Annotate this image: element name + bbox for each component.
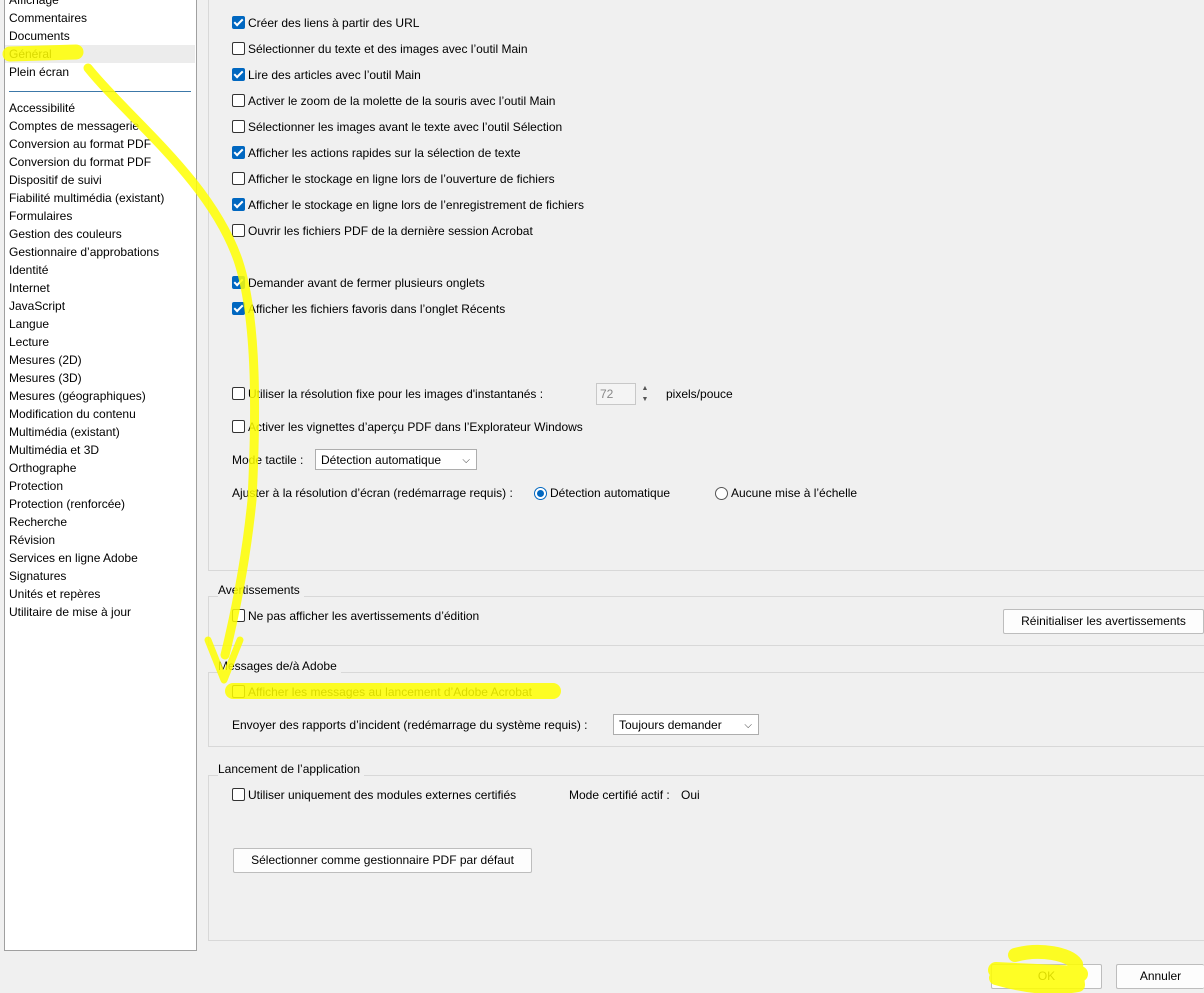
stepper-up-icon[interactable]: ▲: [638, 383, 652, 394]
no-edit-warnings-checkbox[interactable]: [232, 609, 245, 622]
sidebar-item[interactable]: Conversion au format PDF: [9, 135, 151, 153]
sidebar-item[interactable]: Services en ligne Adobe: [9, 549, 138, 567]
sidebar-item-documents[interactable]: Documents: [9, 27, 70, 45]
show-messages-label: Afficher les messages au lancement d’Ado…: [248, 685, 532, 699]
crash-report-value: Toujours demander: [619, 718, 722, 732]
resolution-unit: pixels/pouce: [666, 387, 733, 401]
sidebar-item[interactable]: Révision: [9, 531, 55, 549]
option-label: Créer des liens à partir des URL: [248, 16, 420, 30]
sidebar-item[interactable]: Multimédia (existant): [9, 423, 120, 441]
checked-checkbox[interactable]: [232, 68, 245, 81]
thumbnails-label: Activer les vignettes d’aperçu PDF dans …: [248, 420, 583, 434]
option-label: Lire des articles avec l’outil Main: [248, 68, 421, 82]
option-label: Sélectionner du texte et des images avec…: [248, 42, 528, 56]
sidebar-item-affichage[interactable]: Affichage: [9, 0, 59, 9]
option-label: Afficher le stockage en ligne lors de l’…: [248, 198, 584, 212]
resolution-input[interactable]: 72: [596, 383, 636, 405]
option-label: Demander avant de fermer plusieurs ongle…: [248, 276, 485, 290]
checkbox[interactable]: [232, 94, 245, 107]
sidebar-item[interactable]: Accessibilité: [9, 99, 75, 117]
sidebar-item[interactable]: Protection (renforcée): [9, 495, 125, 513]
crash-report-select[interactable]: Toujours demander ⌵: [613, 714, 759, 735]
sidebar-item[interactable]: Modification du contenu: [9, 405, 136, 423]
scaling-none-label: Aucune mise à l’échelle: [731, 486, 858, 500]
sidebar-item[interactable]: Unités et repères: [9, 585, 100, 603]
sidebar-item[interactable]: Gestion des couleurs: [9, 225, 122, 243]
sidebar-item[interactable]: JavaScript: [9, 297, 65, 315]
thumbnails-checkbox[interactable]: [232, 420, 245, 433]
sidebar-item[interactable]: Conversion du format PDF: [9, 153, 151, 171]
certified-plugins-checkbox[interactable]: [232, 788, 245, 801]
option-label: Activer le zoom de la molette de la sour…: [248, 94, 556, 108]
scaling-auto-radio[interactable]: [534, 487, 547, 500]
sidebar-item-plein-ecran[interactable]: Plein écran: [9, 63, 69, 81]
chevron-down-icon: ⌵: [462, 455, 470, 466]
sidebar-item[interactable]: Recherche: [9, 513, 67, 531]
resolution-stepper[interactable]: ▲ ▼: [638, 383, 652, 405]
sidebar-item[interactable]: Fiabilité multimédia (existant): [9, 189, 164, 207]
scaling-label: Ajuster à la résolution d’écran (redémar…: [232, 486, 513, 500]
checked-checkbox[interactable]: [232, 302, 245, 315]
category-list[interactable]: Affichage Commentaires Documents Général…: [4, 0, 197, 951]
chevron-down-icon: ⌵: [744, 720, 752, 731]
certified-mode-value: Oui: [681, 788, 700, 802]
sidebar-item[interactable]: Protection: [9, 477, 63, 495]
sidebar-item[interactable]: Gestionnaire d’approbations: [9, 243, 159, 261]
fixed-resolution-checkbox[interactable]: [232, 387, 245, 400]
checked-checkbox[interactable]: [232, 146, 245, 159]
warnings-title: Avertissements: [218, 582, 304, 598]
option-label: Ouvrir les fichiers PDF de la dernière s…: [248, 224, 533, 238]
sidebar-item[interactable]: Signatures: [9, 567, 66, 585]
option-label: Afficher les actions rapides sur la séle…: [248, 146, 521, 160]
sidebar-item[interactable]: Internet: [9, 279, 50, 297]
checkbox[interactable]: [232, 172, 245, 185]
checkbox[interactable]: [232, 224, 245, 237]
touch-mode-label: Mode tactile :: [232, 453, 304, 467]
touch-mode-select[interactable]: Détection automatique ⌵: [315, 449, 477, 470]
certified-mode-label: Mode certifié actif :: [569, 788, 670, 802]
sidebar-item[interactable]: Mesures (2D): [9, 351, 82, 369]
sidebar-item[interactable]: Utilitaire de mise à jour: [9, 603, 131, 621]
sidebar-separator: [9, 91, 191, 92]
checked-checkbox[interactable]: [232, 198, 245, 211]
sidebar-item[interactable]: Mesures (3D): [9, 369, 82, 387]
sidebar-item[interactable]: Mesures (géographiques): [9, 387, 146, 405]
sidebar-item[interactable]: Lecture: [9, 333, 49, 351]
sidebar-item[interactable]: Langue: [9, 315, 49, 333]
launch-title: Lancement de l’application: [218, 761, 365, 777]
fixed-resolution-label: Utiliser la résolution fixe pour les ima…: [248, 387, 544, 401]
certified-plugins-label: Utiliser uniquement des modules externes…: [248, 788, 517, 802]
checked-checkbox[interactable]: [232, 276, 245, 289]
sidebar-item[interactable]: Formulaires: [9, 207, 72, 225]
option-label: Afficher le stockage en ligne lors de l’…: [248, 172, 555, 186]
sidebar-item[interactable]: Dispositif de suivi: [9, 171, 102, 189]
checkbox[interactable]: [232, 42, 245, 55]
option-label: Afficher les fichiers favoris dans l’ong…: [248, 302, 506, 316]
show-messages-checkbox[interactable]: [232, 685, 245, 698]
set-default-pdf-handler-button[interactable]: Sélectionner comme gestionnaire PDF par …: [233, 848, 532, 873]
cancel-button[interactable]: Annuler: [1116, 964, 1204, 989]
sidebar-item[interactable]: Multimédia et 3D: [9, 441, 99, 459]
sidebar-item-commentaires[interactable]: Commentaires: [9, 9, 87, 27]
sidebar-item[interactable]: Orthographe: [9, 459, 76, 477]
checked-checkbox[interactable]: [232, 16, 245, 29]
stepper-down-icon[interactable]: ▼: [638, 394, 652, 405]
messages-title: Messages de/à Adobe: [218, 658, 341, 674]
sidebar-item[interactable]: Comptes de messagerie: [9, 117, 139, 135]
crash-report-label: Envoyer des rapports d’incident (redémar…: [232, 718, 588, 732]
sidebar-item[interactable]: Identité: [9, 261, 48, 279]
scaling-none-radio[interactable]: [715, 487, 728, 500]
sidebar-item-general[interactable]: Général: [5, 45, 195, 63]
no-edit-warnings-label: Ne pas afficher les avertissements d’édi…: [248, 609, 480, 623]
scaling-auto-label: Détection automatique: [550, 486, 671, 500]
option-label: Sélectionner les images avant le texte a…: [248, 120, 563, 134]
reset-warnings-button[interactable]: Réinitialiser les avertissements: [1003, 609, 1204, 634]
checkbox[interactable]: [232, 120, 245, 133]
ok-button[interactable]: OK: [991, 964, 1102, 989]
touch-mode-value: Détection automatique: [321, 453, 442, 467]
